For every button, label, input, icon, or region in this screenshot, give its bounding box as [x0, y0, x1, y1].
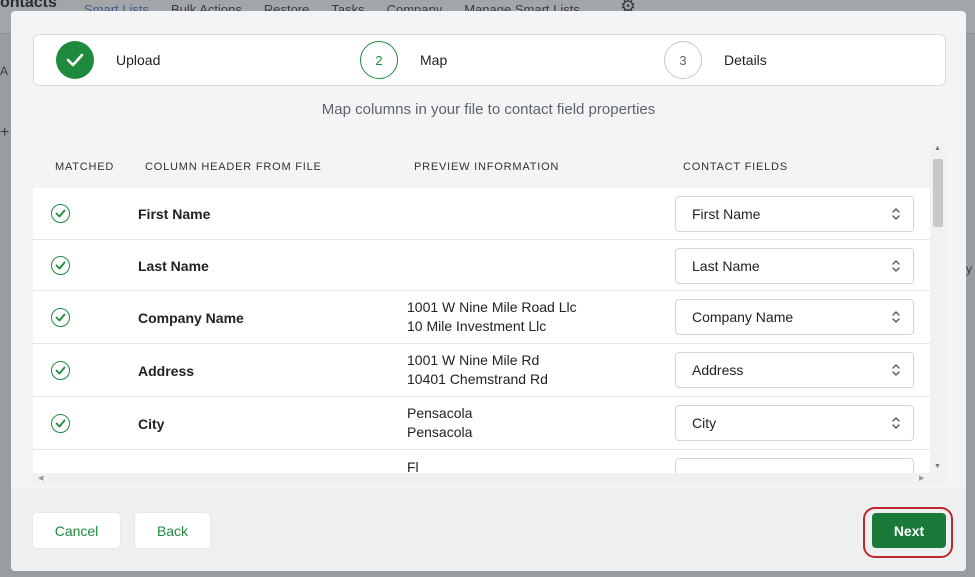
preview-cell: 1001 W Nine Mile Rd 10401 Chemstrand Rd	[407, 351, 548, 389]
preview-line: 1001 W Nine Mile Road Llc	[407, 299, 577, 315]
column-header-cell: Address	[138, 363, 195, 379]
preview-line: Pensacola	[407, 405, 473, 421]
preview-cell: Fl	[407, 458, 419, 473]
header-column: COLUMN HEADER FROM FILE	[145, 161, 322, 173]
horizontal-scrollbar[interactable]: ◀ ▶	[33, 473, 946, 485]
table-row: City Pensacola Pensacola City	[33, 397, 930, 450]
stepper: Upload 2 Map 3 Details	[33, 34, 946, 86]
column-header-cell: Company Name	[138, 310, 244, 326]
vertical-scrollbar[interactable]: ▲ ▼	[930, 142, 946, 473]
contact-field-value: Company Name	[692, 309, 794, 325]
step-upload: Upload	[56, 41, 160, 79]
modal-footer: Cancel Back Next	[11, 489, 966, 571]
preview-cell: 1001 W Nine Mile Road Llc 10 Mile Invest…	[407, 298, 577, 336]
header-contact-fields: CONTACT FIELDS	[683, 161, 788, 173]
step-label-details: Details	[724, 52, 767, 68]
scroll-up-icon[interactable]: ▲	[934, 145, 941, 152]
column-header-cell: City	[138, 416, 165, 432]
chevron-updown-icon	[892, 417, 900, 429]
preview-line: 1001 W Nine Mile Rd	[407, 352, 540, 368]
scroll-left-icon[interactable]: ◀	[38, 474, 43, 482]
step-label-map: Map	[420, 52, 448, 68]
preview-line: 10 Mile Investment Llc	[407, 318, 547, 334]
contact-field-value: Address	[692, 362, 744, 378]
back-button[interactable]: Back	[135, 513, 210, 548]
column-header-cell: Last Name	[138, 258, 209, 274]
column-header-cell: First Name	[138, 206, 211, 222]
matched-check-icon	[51, 308, 70, 327]
contact-field-select[interactable]: Last Name	[675, 248, 914, 284]
preview-line: Pensacola	[407, 424, 473, 440]
matched-check-icon	[51, 414, 70, 433]
matched-check-icon	[51, 361, 70, 380]
contact-field-value: First Name	[692, 206, 761, 222]
table-body: First Name First Name Last Name Last Nam…	[33, 188, 930, 473]
chevron-updown-icon	[892, 364, 900, 376]
step-label-upload: Upload	[116, 52, 161, 68]
matched-check-icon	[51, 204, 70, 223]
step-number-details: 3	[664, 41, 702, 79]
contact-field-select[interactable]: Address	[675, 352, 914, 388]
preview-line: 10401 Chemstrand Rd	[407, 371, 548, 387]
table-row: Company Name 1001 W Nine Mile Road Llc 1…	[33, 291, 930, 344]
background-side-text: A	[0, 64, 9, 78]
header-preview: PREVIEW INFORMATION	[414, 161, 560, 173]
table-row: Last Name Last Name	[33, 240, 930, 291]
mapping-table: MATCHED COLUMN HEADER FROM FILE PREVIEW …	[33, 142, 946, 485]
preview-line: Fl	[407, 459, 419, 473]
contact-field-select[interactable]: Company Name	[675, 299, 914, 335]
scroll-down-icon[interactable]: ▼	[934, 463, 941, 470]
background-plus-icon: +	[0, 124, 10, 141]
import-modal: Upload 2 Map 3 Details Map columns in yo…	[11, 11, 966, 571]
chevron-updown-icon	[892, 260, 900, 272]
table-row: Address 1001 W Nine Mile Rd 10401 Chemst…	[33, 344, 930, 397]
chevron-updown-icon	[892, 208, 900, 220]
background-side-text-right: y	[966, 262, 972, 276]
cancel-button[interactable]: Cancel	[33, 513, 120, 548]
contact-field-value: City	[692, 415, 717, 431]
table-header: MATCHED COLUMN HEADER FROM FILE PREVIEW …	[33, 142, 930, 188]
step-map: 2 Map	[360, 41, 447, 79]
next-button[interactable]: Next	[872, 513, 946, 548]
contact-field-value: Last Name	[692, 258, 760, 274]
scroll-thumb[interactable]	[933, 159, 943, 227]
page-subtitle: Map columns in your file to contact fiel…	[321, 101, 656, 118]
contact-field-select[interactable]	[675, 458, 914, 473]
table-row: Fl	[33, 450, 930, 473]
matched-check-icon	[51, 256, 70, 275]
check-icon	[56, 41, 94, 79]
header-matched: MATCHED	[55, 161, 115, 173]
table-row: First Name First Name	[33, 188, 930, 240]
step-number-map: 2	[360, 41, 398, 79]
chevron-updown-icon	[892, 311, 900, 323]
contact-field-select[interactable]: First Name	[675, 196, 914, 232]
preview-cell: Pensacola Pensacola	[407, 404, 472, 442]
contact-field-select[interactable]: City	[675, 405, 914, 441]
step-details: 3 Details	[664, 41, 767, 79]
scroll-right-icon[interactable]: ▶	[919, 474, 924, 482]
